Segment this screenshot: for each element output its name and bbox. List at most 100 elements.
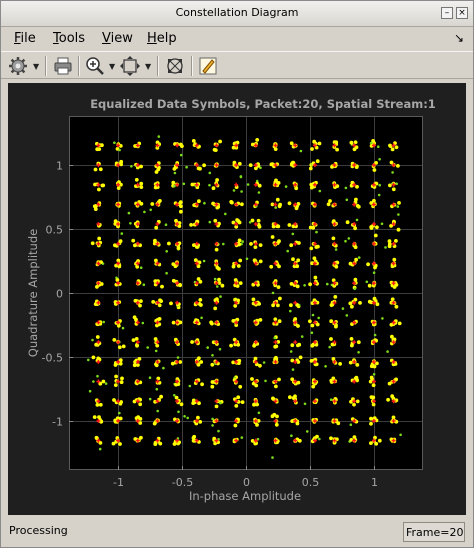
gear-icon[interactable] xyxy=(7,55,29,77)
autoscale-icon[interactable] xyxy=(164,55,186,77)
received-symbol xyxy=(329,337,333,341)
menu-help[interactable]: Help xyxy=(147,31,177,46)
received-symbol xyxy=(378,183,382,187)
received-symbol xyxy=(213,277,217,281)
zoom-in-icon[interactable] xyxy=(84,55,106,77)
received-symbol xyxy=(114,374,118,379)
received-symbol xyxy=(236,395,241,400)
received-symbol xyxy=(353,277,358,282)
fit-to-view-icon[interactable] xyxy=(119,55,141,77)
received-symbol xyxy=(375,225,379,230)
received-symbol xyxy=(91,338,94,342)
received-symbol xyxy=(375,302,380,307)
received-symbol xyxy=(289,350,293,353)
received-symbol xyxy=(213,148,218,152)
received-symbol xyxy=(290,434,293,438)
received-symbol xyxy=(329,303,334,307)
menu-file[interactable]: File xyxy=(14,31,36,46)
received-symbol xyxy=(95,335,100,339)
received-symbol xyxy=(350,343,354,348)
received-symbol xyxy=(349,423,353,427)
received-symbol xyxy=(182,182,186,186)
received-symbol xyxy=(217,429,220,433)
received-symbol xyxy=(271,303,275,308)
minimize-button[interactable]: – xyxy=(441,7,453,19)
highlight-icon[interactable] xyxy=(197,55,219,77)
received-symbol xyxy=(291,257,295,262)
chart-title: Equalized Data Symbols, Packet:20, Spati… xyxy=(90,97,436,111)
received-symbol xyxy=(274,344,279,349)
menu-view[interactable]: View xyxy=(102,31,133,46)
received-symbol xyxy=(384,246,387,249)
undock-arrow-icon[interactable]: ↘ xyxy=(454,31,464,45)
received-symbol xyxy=(246,183,250,186)
received-symbol xyxy=(240,190,243,193)
received-symbol xyxy=(249,242,253,246)
received-symbol xyxy=(97,236,102,241)
received-symbol xyxy=(98,447,102,451)
received-symbol xyxy=(391,415,396,420)
received-symbol xyxy=(192,434,197,439)
close-button[interactable]: × xyxy=(456,7,468,19)
received-symbol xyxy=(369,141,373,145)
received-symbol xyxy=(202,259,206,263)
received-symbol xyxy=(366,262,370,267)
received-symbol xyxy=(310,331,314,334)
received-symbol xyxy=(117,345,122,350)
received-symbol xyxy=(390,297,395,302)
received-symbol xyxy=(391,171,394,174)
received-symbol xyxy=(372,168,377,172)
received-symbol xyxy=(353,245,358,250)
toolbar-separator xyxy=(191,56,193,76)
received-symbol xyxy=(118,411,121,415)
received-symbol xyxy=(218,347,222,351)
received-symbol xyxy=(219,401,222,405)
received-symbol xyxy=(289,243,294,248)
received-symbol xyxy=(150,202,155,206)
received-symbol xyxy=(276,303,280,308)
received-symbol xyxy=(210,380,215,384)
received-symbol xyxy=(155,387,159,391)
received-symbol xyxy=(356,340,361,345)
received-symbol xyxy=(394,239,398,243)
received-symbol xyxy=(237,161,242,166)
fit-dropdown-icon[interactable]: ▼ xyxy=(145,62,151,71)
received-symbol xyxy=(148,376,152,380)
received-symbol xyxy=(143,210,146,214)
print-icon[interactable] xyxy=(52,55,74,77)
received-symbol xyxy=(98,167,103,172)
received-symbol xyxy=(208,171,212,175)
received-symbol xyxy=(211,354,214,357)
received-symbol xyxy=(274,384,278,389)
received-symbol xyxy=(358,301,362,305)
received-symbol xyxy=(154,170,159,174)
received-symbol xyxy=(286,249,290,253)
received-symbol xyxy=(303,402,307,406)
received-symbol xyxy=(198,420,203,424)
received-symbol xyxy=(300,335,304,338)
received-symbol xyxy=(295,284,300,289)
received-symbol xyxy=(355,218,359,222)
received-symbol xyxy=(96,374,99,378)
received-symbol xyxy=(303,284,306,287)
menu-tools[interactable]: Tools xyxy=(53,31,85,46)
received-symbol xyxy=(188,384,192,388)
received-symbol xyxy=(154,225,159,230)
received-symbol xyxy=(173,394,176,397)
received-symbol xyxy=(98,402,103,407)
menu-bar: File Tools View Help ↘ xyxy=(1,28,473,50)
received-symbol xyxy=(372,198,376,203)
x-tick-label: 0 xyxy=(243,476,250,489)
received-symbol xyxy=(353,287,357,291)
received-symbol xyxy=(289,303,293,308)
zoom-dropdown-icon[interactable]: ▼ xyxy=(109,62,115,71)
x-tick-label: -0.5 xyxy=(172,476,193,489)
y-axis-label: Quadrature Amplitude xyxy=(26,229,40,357)
received-symbol xyxy=(355,399,360,404)
received-symbol xyxy=(256,218,261,223)
received-symbol xyxy=(369,364,374,369)
constellation-plot[interactable]: -1 -0.5 0 0.5 1 1 0.5 0 -0.5 -1 Equalized Data Sy… xyxy=(8,83,466,515)
received-symbol xyxy=(328,345,332,349)
gear-dropdown-icon[interactable]: ▼ xyxy=(33,62,39,71)
received-symbol xyxy=(287,223,292,227)
